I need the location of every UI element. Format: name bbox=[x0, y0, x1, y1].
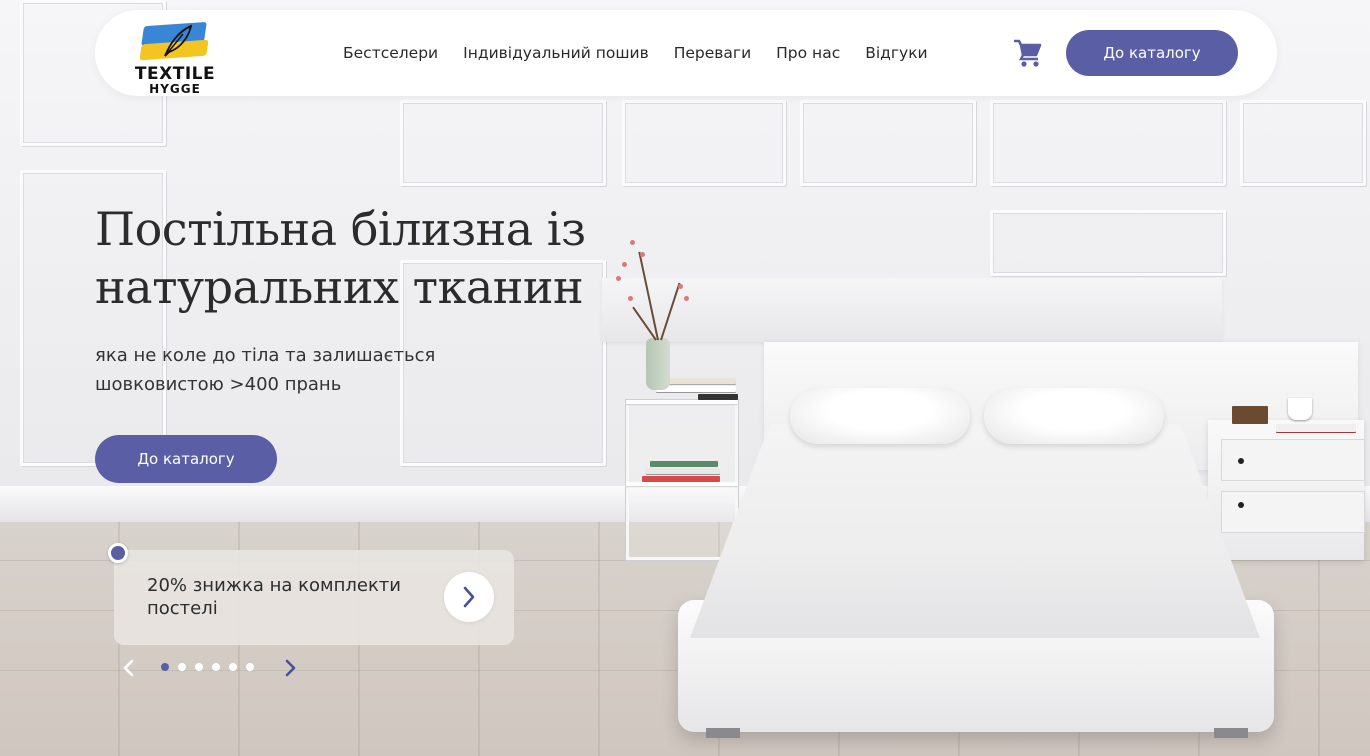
nav-item-custom-tailoring[interactable]: Індивідуальний пошив bbox=[463, 44, 649, 62]
clock bbox=[1232, 406, 1268, 424]
pillow bbox=[984, 388, 1164, 444]
blossom bbox=[622, 262, 627, 267]
promo-hotspot-dot[interactable] bbox=[108, 543, 128, 563]
hero-catalog-button[interactable]: До каталогу bbox=[95, 435, 277, 483]
promo-text-line2: постелі bbox=[147, 598, 218, 619]
feather-icon bbox=[164, 24, 193, 57]
nav-item-reviews[interactable]: Відгуки bbox=[865, 44, 927, 62]
pillow bbox=[790, 388, 970, 444]
promo-card[interactable]: 20% знижка на комплекти постелі bbox=[114, 550, 514, 645]
logo-text-hygge: HYGGE bbox=[149, 82, 201, 96]
nightstand-shelf bbox=[626, 482, 738, 486]
slider-pagination bbox=[161, 663, 254, 671]
headboard-extension bbox=[602, 278, 1222, 342]
brand-logo[interactable]: TEXTILE HYGGE bbox=[133, 20, 217, 96]
hero-title-line2: натуральних тканин bbox=[95, 260, 584, 314]
slider-dot-3[interactable] bbox=[195, 663, 203, 671]
nav-item-bestsellers[interactable]: Бестселери bbox=[343, 44, 438, 62]
book bbox=[698, 394, 738, 400]
book bbox=[664, 378, 736, 384]
slider-dot-2[interactable] bbox=[178, 663, 186, 671]
slider-dot-6[interactable] bbox=[246, 663, 254, 671]
book bbox=[646, 468, 720, 474]
wall-panel bbox=[622, 100, 786, 186]
wall-panel bbox=[990, 210, 1226, 276]
main-nav: Бестселери Індивідуальний пошив Переваги… bbox=[343, 10, 928, 96]
hero-title-line1: Постільна білизна із bbox=[95, 202, 586, 256]
blossom bbox=[678, 284, 683, 289]
book bbox=[650, 461, 718, 467]
nav-item-advantages[interactable]: Переваги bbox=[674, 44, 751, 62]
book bbox=[1276, 424, 1356, 432]
header-catalog-button[interactable]: До каталогу bbox=[1066, 30, 1238, 76]
drawer bbox=[1222, 492, 1364, 532]
blossom bbox=[630, 240, 635, 245]
wall-panel bbox=[800, 100, 976, 186]
blossom bbox=[684, 296, 689, 301]
wall-panel bbox=[1240, 100, 1366, 186]
promo-text-line1: 20% знижка на комплекти bbox=[147, 575, 401, 596]
nightstand-shelf bbox=[626, 400, 738, 404]
nav-item-about[interactable]: Про нас bbox=[776, 44, 840, 62]
slider-dot-1[interactable] bbox=[161, 663, 169, 671]
bed-leg bbox=[1214, 728, 1248, 738]
drawer-knob bbox=[1238, 458, 1244, 464]
blossom bbox=[628, 296, 633, 301]
wall-panel bbox=[990, 100, 1226, 186]
wall-panel bbox=[400, 100, 606, 186]
cup bbox=[1288, 398, 1312, 420]
chevron-right-icon bbox=[463, 586, 475, 608]
book bbox=[642, 476, 720, 482]
site-header: TEXTILE HYGGE Бестселери Індивідуальний … bbox=[95, 10, 1277, 96]
hero-subtitle-line2: шовковистою >400 прань bbox=[95, 374, 342, 395]
shopping-cart-icon[interactable] bbox=[1013, 39, 1043, 67]
blossom bbox=[616, 276, 621, 281]
bed-leg bbox=[706, 728, 740, 738]
hero-subtitle-line1: яка не коле до тіла та залишається bbox=[95, 345, 436, 366]
drawer-knob bbox=[1238, 502, 1244, 508]
vase bbox=[646, 338, 670, 390]
logo-text-textile: TEXTILE bbox=[134, 64, 216, 84]
promo-text: 20% знижка на комплекти постелі bbox=[147, 574, 427, 620]
chevron-left-icon[interactable] bbox=[120, 658, 138, 678]
slider-dot-4[interactable] bbox=[212, 663, 220, 671]
mattress bbox=[690, 424, 1260, 638]
slider-dot-5[interactable] bbox=[229, 663, 237, 671]
hero-subtitle: яка не коле до тіла та залишається шовко… bbox=[95, 341, 515, 399]
hero-title: Постільна білизна із натуральних тканин bbox=[95, 200, 615, 316]
promo-arrow-button[interactable] bbox=[444, 572, 494, 622]
blossom bbox=[640, 252, 645, 257]
chevron-right-icon[interactable] bbox=[281, 658, 299, 678]
